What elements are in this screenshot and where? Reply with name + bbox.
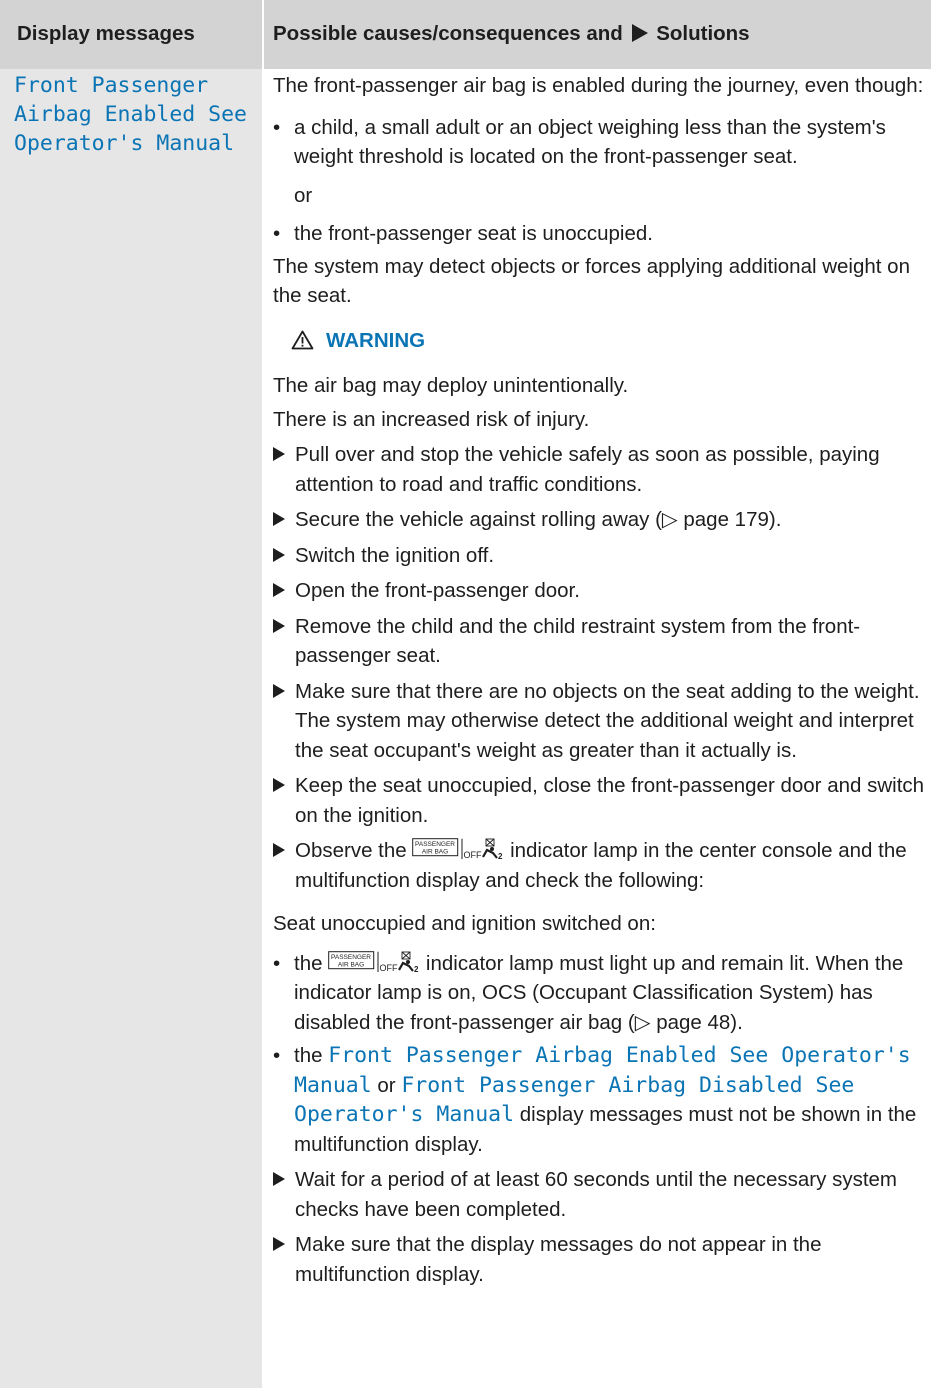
step-item: Remove the child and the child restraint… <box>273 612 931 671</box>
detect-note: The system may detect objects or forces … <box>273 254 910 308</box>
check-body: the PASSENGER AIR BAG OFF 2 indicator la… <box>294 949 931 1038</box>
manual-page: Display messages Possible causes/consequ… <box>0 0 931 1388</box>
seat-unoccupied-text: Seat unoccupied and ignition switched on… <box>273 912 656 935</box>
step-item: Keep the seat unoccupied, close the fron… <box>273 771 931 830</box>
step-text: Keep the seat unoccupied, close the fron… <box>295 774 925 827</box>
arrow-icon <box>273 505 295 526</box>
header-solutions-label: Solutions <box>656 22 750 45</box>
step-note: The system may otherwise detect the addi… <box>295 709 914 762</box>
causes-solutions-column: The front-passenger air bag is enabled d… <box>273 69 931 1289</box>
step-text: Pull over and stop the vehicle safely as… <box>295 443 880 496</box>
step-body: Observe the PASSENGER AIR BAG OFF 2 indi… <box>295 836 931 895</box>
step-text: Remove the child and the child restraint… <box>295 614 861 668</box>
lamp-label-passenger: PASSENGER <box>415 841 455 848</box>
lamp-label-passenger: PASSENGER <box>331 954 371 961</box>
svg-text:2: 2 <box>414 965 419 973</box>
header-causes-solutions: Possible causes/consequences and Solutio… <box>273 22 750 46</box>
cause-text: the front-passenger seat is unoccupied. <box>294 222 653 245</box>
display-message: Front Passenger Airbag Enabled See Opera… <box>14 73 247 156</box>
step-item: Make sure that the display messages do n… <box>273 1230 931 1289</box>
step-item: Make sure that there are no objects on t… <box>273 677 931 766</box>
check-item: • the PASSENGER AIR BAG OFF 2 indicator … <box>273 949 931 1038</box>
arrow-icon <box>273 576 295 597</box>
intro-text: The front-passenger air bag is enabled d… <box>273 74 924 97</box>
svg-text:2: 2 <box>498 852 503 860</box>
step-text: Make sure that there are no objects on t… <box>295 679 920 703</box>
step-item: Secure the vehicle against rolling away … <box>273 505 931 535</box>
step-item: Pull over and stop the vehicle safely as… <box>273 440 931 499</box>
step-body: Make sure that there are no objects on t… <box>295 677 931 766</box>
bullet-icon: • <box>273 115 281 139</box>
check-text: the <box>294 1044 323 1067</box>
cause-item: • a child, a small adult or an object we… <box>273 113 931 172</box>
arrow-icon <box>273 771 295 792</box>
step-item: Wait for a period of at least 60 seconds… <box>273 1165 931 1224</box>
arrow-icon <box>273 440 295 461</box>
cause-item: • the front-passenger seat is unoccupied… <box>273 219 931 249</box>
step-item: Switch the ignition off. <box>273 541 931 571</box>
arrow-icon <box>273 677 295 698</box>
bullet-icon: • <box>273 222 281 245</box>
or-text: or <box>294 183 313 207</box>
cause-text: a child, a small adult or an object weig… <box>294 115 886 169</box>
step-text: Wait for a period of at least 60 seconds… <box>295 1168 898 1221</box>
step-text: Secure the vehicle against rolling away … <box>295 508 782 531</box>
warning-text: There is an increased risk of injury. <box>273 407 590 431</box>
step-text: Observe the <box>295 839 407 862</box>
header-causes-label: Possible causes/consequences and <box>273 22 623 45</box>
header-divider <box>262 0 264 69</box>
arrow-icon <box>273 1165 295 1186</box>
lamp-label-airbag: AIR BAG <box>338 961 364 968</box>
lamp-label-airbag: AIR BAG <box>422 849 448 856</box>
triangle-right-icon <box>631 24 648 42</box>
warning-title: WARNING <box>326 328 426 352</box>
bullet-icon: • <box>273 951 281 975</box>
step-item: Open the front-passenger door. <box>273 576 931 606</box>
arrow-icon <box>273 836 295 857</box>
passenger-airbag-off-icon: PASSENGER AIR BAG OFF 2 <box>328 950 419 973</box>
arrow-icon <box>273 1230 295 1251</box>
passenger-airbag-off-icon: PASSENGER AIR BAG OFF 2 <box>412 838 503 860</box>
warning-text: The air bag may deploy unintentionally. <box>273 374 629 397</box>
step-text: Switch the ignition off. <box>295 543 495 567</box>
bullet-icon: • <box>273 1044 281 1067</box>
warning-heading: WARNING <box>291 326 931 356</box>
check-body: the Front Passenger Airbag Enabled See O… <box>294 1041 931 1159</box>
step-text: Open the front-passenger door. <box>295 579 580 602</box>
warning-triangle-icon <box>291 330 314 350</box>
lamp-label-off: OFF <box>380 963 398 973</box>
arrow-icon <box>273 541 295 562</box>
check-item: • the Front Passenger Airbag Enabled See… <box>273 1041 931 1159</box>
step-item: Observe the PASSENGER AIR BAG OFF 2 indi… <box>273 836 931 895</box>
seat-occupant-icon: 2 <box>398 951 419 973</box>
header-display-messages: Display messages <box>17 22 195 45</box>
seat-occupant-icon: 2 <box>482 838 503 860</box>
check-text: or <box>377 1073 396 1097</box>
arrow-icon <box>273 612 295 633</box>
lamp-label-off: OFF <box>464 850 482 860</box>
check-text: the <box>294 951 323 975</box>
step-text: Make sure that the display messages do n… <box>295 1233 822 1286</box>
display-message-column: Front Passenger Airbag Enabled See Opera… <box>0 69 262 1388</box>
table-header: Display messages Possible causes/consequ… <box>0 0 931 69</box>
